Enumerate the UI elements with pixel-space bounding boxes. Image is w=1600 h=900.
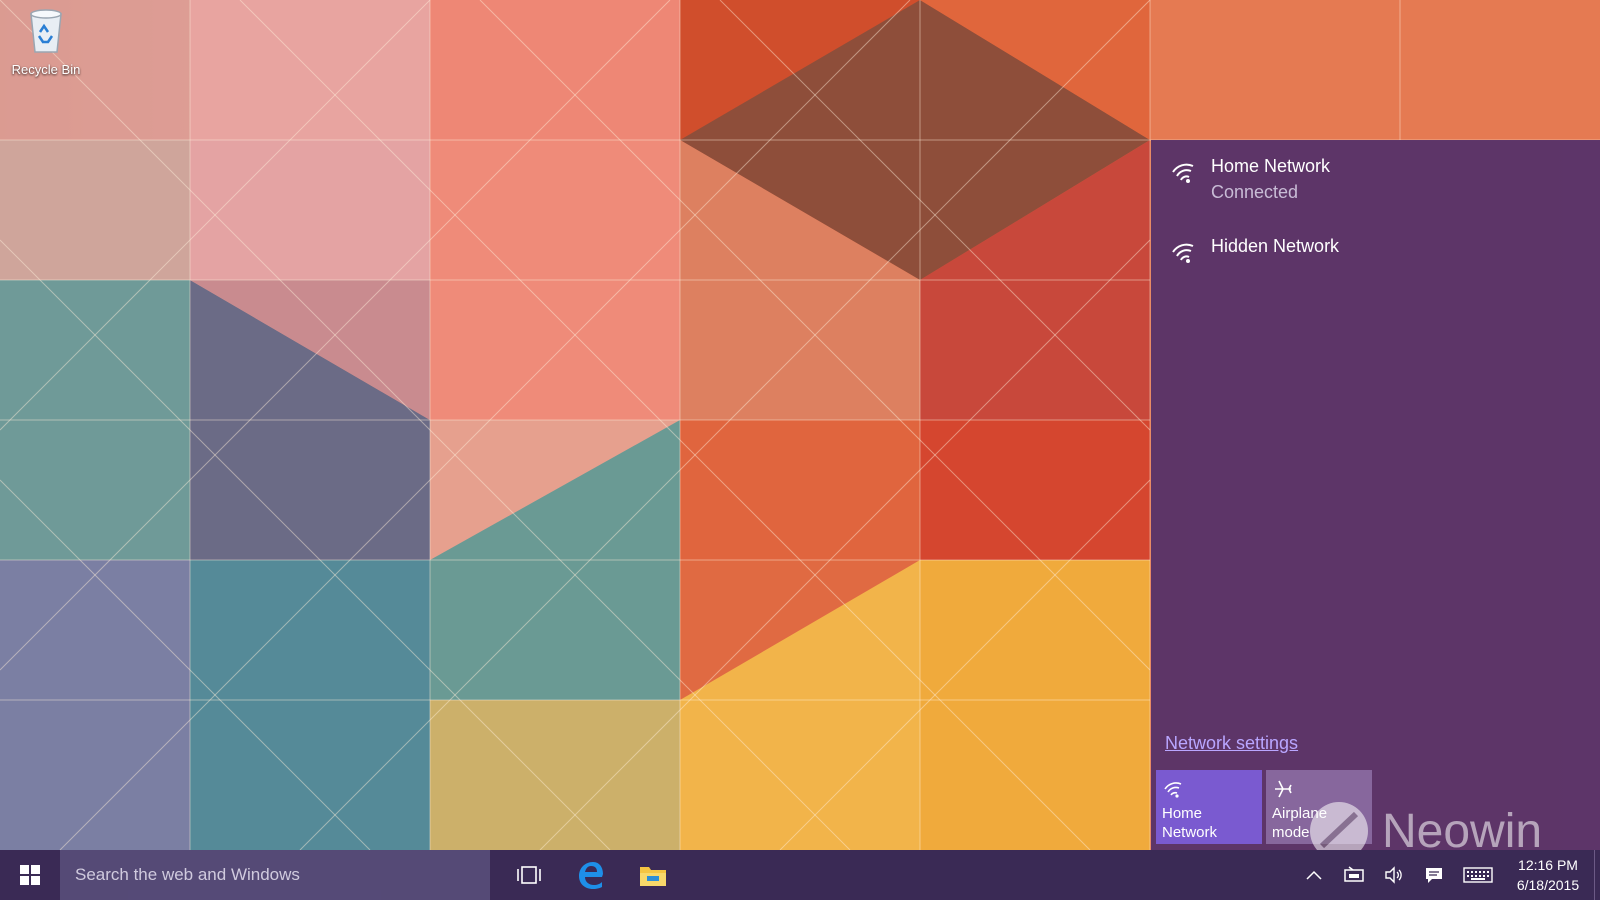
quick-action-label: Home — [1162, 805, 1203, 822]
task-view-button[interactable] — [498, 850, 560, 900]
touch-keyboard-button[interactable] — [1454, 850, 1502, 900]
taskbar: Search the web and Windows 12:16 PM 6/18… — [0, 850, 1600, 900]
start-button[interactable] — [0, 850, 60, 900]
system-tray: 12:16 PM 6/18/2015 — [1294, 850, 1600, 900]
network-name: Hidden Network — [1211, 236, 1340, 256]
desktop-icon-recycle-bin[interactable]: Recycle Bin — [6, 6, 86, 77]
network-icon — [1344, 866, 1364, 882]
quick-action-airplane-mode[interactable]: Airplane mode — [1266, 770, 1372, 844]
show-hidden-icons-button[interactable] — [1294, 850, 1334, 900]
airplane-icon — [1275, 780, 1292, 798]
edge-button[interactable] — [560, 850, 622, 900]
edge-icon — [579, 862, 603, 889]
network-name: Home Network — [1211, 156, 1331, 176]
chevron-up-icon — [1306, 870, 1322, 880]
network-flyout: Home Network Connected Hidden Network Ne… — [1151, 140, 1600, 850]
search-placeholder: Search the web and Windows — [75, 865, 300, 884]
volume-icon — [1385, 866, 1402, 884]
network-settings-link[interactable]: Network settings — [1165, 733, 1298, 754]
action-center-button[interactable] — [1414, 850, 1454, 900]
clock-time: 12:16 PM — [1518, 857, 1578, 873]
windows-logo-icon — [20, 865, 40, 885]
wifi-icon — [1172, 243, 1194, 263]
folder-icon — [640, 867, 666, 886]
recycle-bin-icon — [25, 6, 67, 54]
search-box[interactable]: Search the web and Windows — [60, 850, 490, 900]
task-view-icon — [517, 866, 541, 884]
show-desktop-button[interactable] — [1594, 850, 1600, 900]
network-item-home[interactable]: Home Network Connected — [1169, 156, 1330, 203]
recycle-bin-label: Recycle Bin — [11, 62, 81, 77]
action-center-icon — [1426, 868, 1442, 883]
quick-action-label: Airplane mode — [1272, 805, 1328, 841]
network-item-hidden[interactable]: Hidden Network — [1169, 236, 1339, 266]
wifi-icon — [1164, 782, 1182, 798]
quick-action-wifi[interactable]: Home Network — [1156, 770, 1262, 844]
file-explorer-button[interactable] — [622, 850, 684, 900]
keyboard-icon — [1463, 867, 1493, 883]
network-status: Connected — [1211, 182, 1299, 202]
quick-action-label: Network — [1162, 824, 1218, 841]
clock-date: 6/18/2015 — [1516, 877, 1580, 893]
network-tray-button[interactable] — [1334, 850, 1374, 900]
clock-button[interactable]: 12:16 PM 6/18/2015 — [1502, 850, 1594, 900]
wifi-icon — [1172, 163, 1194, 183]
volume-button[interactable] — [1374, 850, 1414, 900]
